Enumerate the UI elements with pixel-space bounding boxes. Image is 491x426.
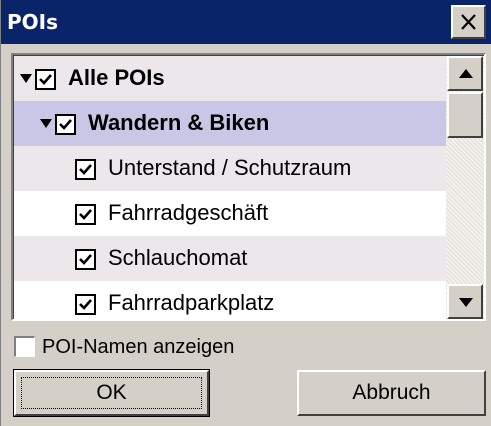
tree-item-label: Wandern & Biken (88, 110, 270, 135)
checkmark-icon (59, 119, 72, 130)
cancel-button-label: Abbruch (352, 381, 431, 404)
scroll-down-button[interactable] (447, 284, 483, 319)
checkbox-fahrradgeschaeft[interactable] (75, 204, 96, 225)
vertical-scrollbar[interactable] (446, 56, 484, 319)
show-poi-names-label[interactable]: POI-Namen anzeigen (42, 334, 234, 360)
checkmark-icon (79, 164, 92, 175)
close-icon (461, 14, 476, 30)
close-button[interactable] (451, 5, 486, 39)
tree-item-label: Fahrradparkplatz (108, 290, 275, 315)
ok-button[interactable]: OK (13, 369, 210, 417)
poi-tree-viewport: Alle POIs Wandern & Biken Unterstand / S… (13, 55, 484, 319)
checkbox-schlauchomat[interactable] (75, 249, 96, 270)
title-bar: POIs (1, 0, 491, 44)
scroll-up-button[interactable] (447, 56, 483, 91)
expand-triangle-icon[interactable] (40, 119, 52, 128)
tree-item-label: Alle POIs (68, 65, 165, 90)
show-poi-names-checkbox[interactable] (14, 336, 35, 357)
tree-item-schlauchomat[interactable]: Schlauchomat (14, 236, 446, 281)
scroll-down-arrow-icon (459, 298, 473, 307)
tree-item-fahrradparkplatz[interactable]: Fahrradparkplatz (14, 281, 446, 319)
checkmark-icon (39, 74, 52, 85)
scroll-up-arrow-icon (459, 69, 473, 78)
checkbox-alle-pois[interactable] (35, 69, 56, 90)
window-title: POIs (7, 10, 59, 34)
ok-button-label: OK (96, 381, 127, 404)
tree-item-fahrradgeschaeft[interactable]: Fahrradgeschäft (14, 191, 446, 236)
cancel-button[interactable]: Abbruch (297, 370, 486, 416)
checkmark-icon (79, 209, 92, 220)
scroll-thumb[interactable] (447, 92, 483, 138)
tree-item-label: Fahrradgeschäft (108, 200, 269, 225)
tree-item-unterstand[interactable]: Unterstand / Schutzraum (14, 146, 446, 191)
tree-item-alle-pois[interactable]: Alle POIs (14, 56, 446, 101)
checkbox-wandern-biken[interactable] (55, 114, 76, 135)
checkbox-unterstand[interactable] (75, 159, 96, 180)
checkmark-icon (79, 299, 92, 310)
checkmark-icon (79, 254, 92, 265)
expand-triangle-icon[interactable] (20, 74, 32, 83)
poi-tree-rows: Alle POIs Wandern & Biken Unterstand / S… (14, 56, 446, 319)
tree-item-wandern-biken[interactable]: Wandern & Biken (14, 101, 446, 146)
checkbox-fahrradparkplatz[interactable] (75, 294, 96, 315)
tree-item-label: Schlauchomat (108, 245, 248, 270)
poi-tree-list[interactable]: Alle POIs Wandern & Biken Unterstand / S… (11, 53, 486, 321)
poi-dialog: POIs Alle POIs Wandern & Biken Unterstan… (0, 0, 491, 426)
tree-item-label: Unterstand / Schutzraum (108, 155, 352, 180)
